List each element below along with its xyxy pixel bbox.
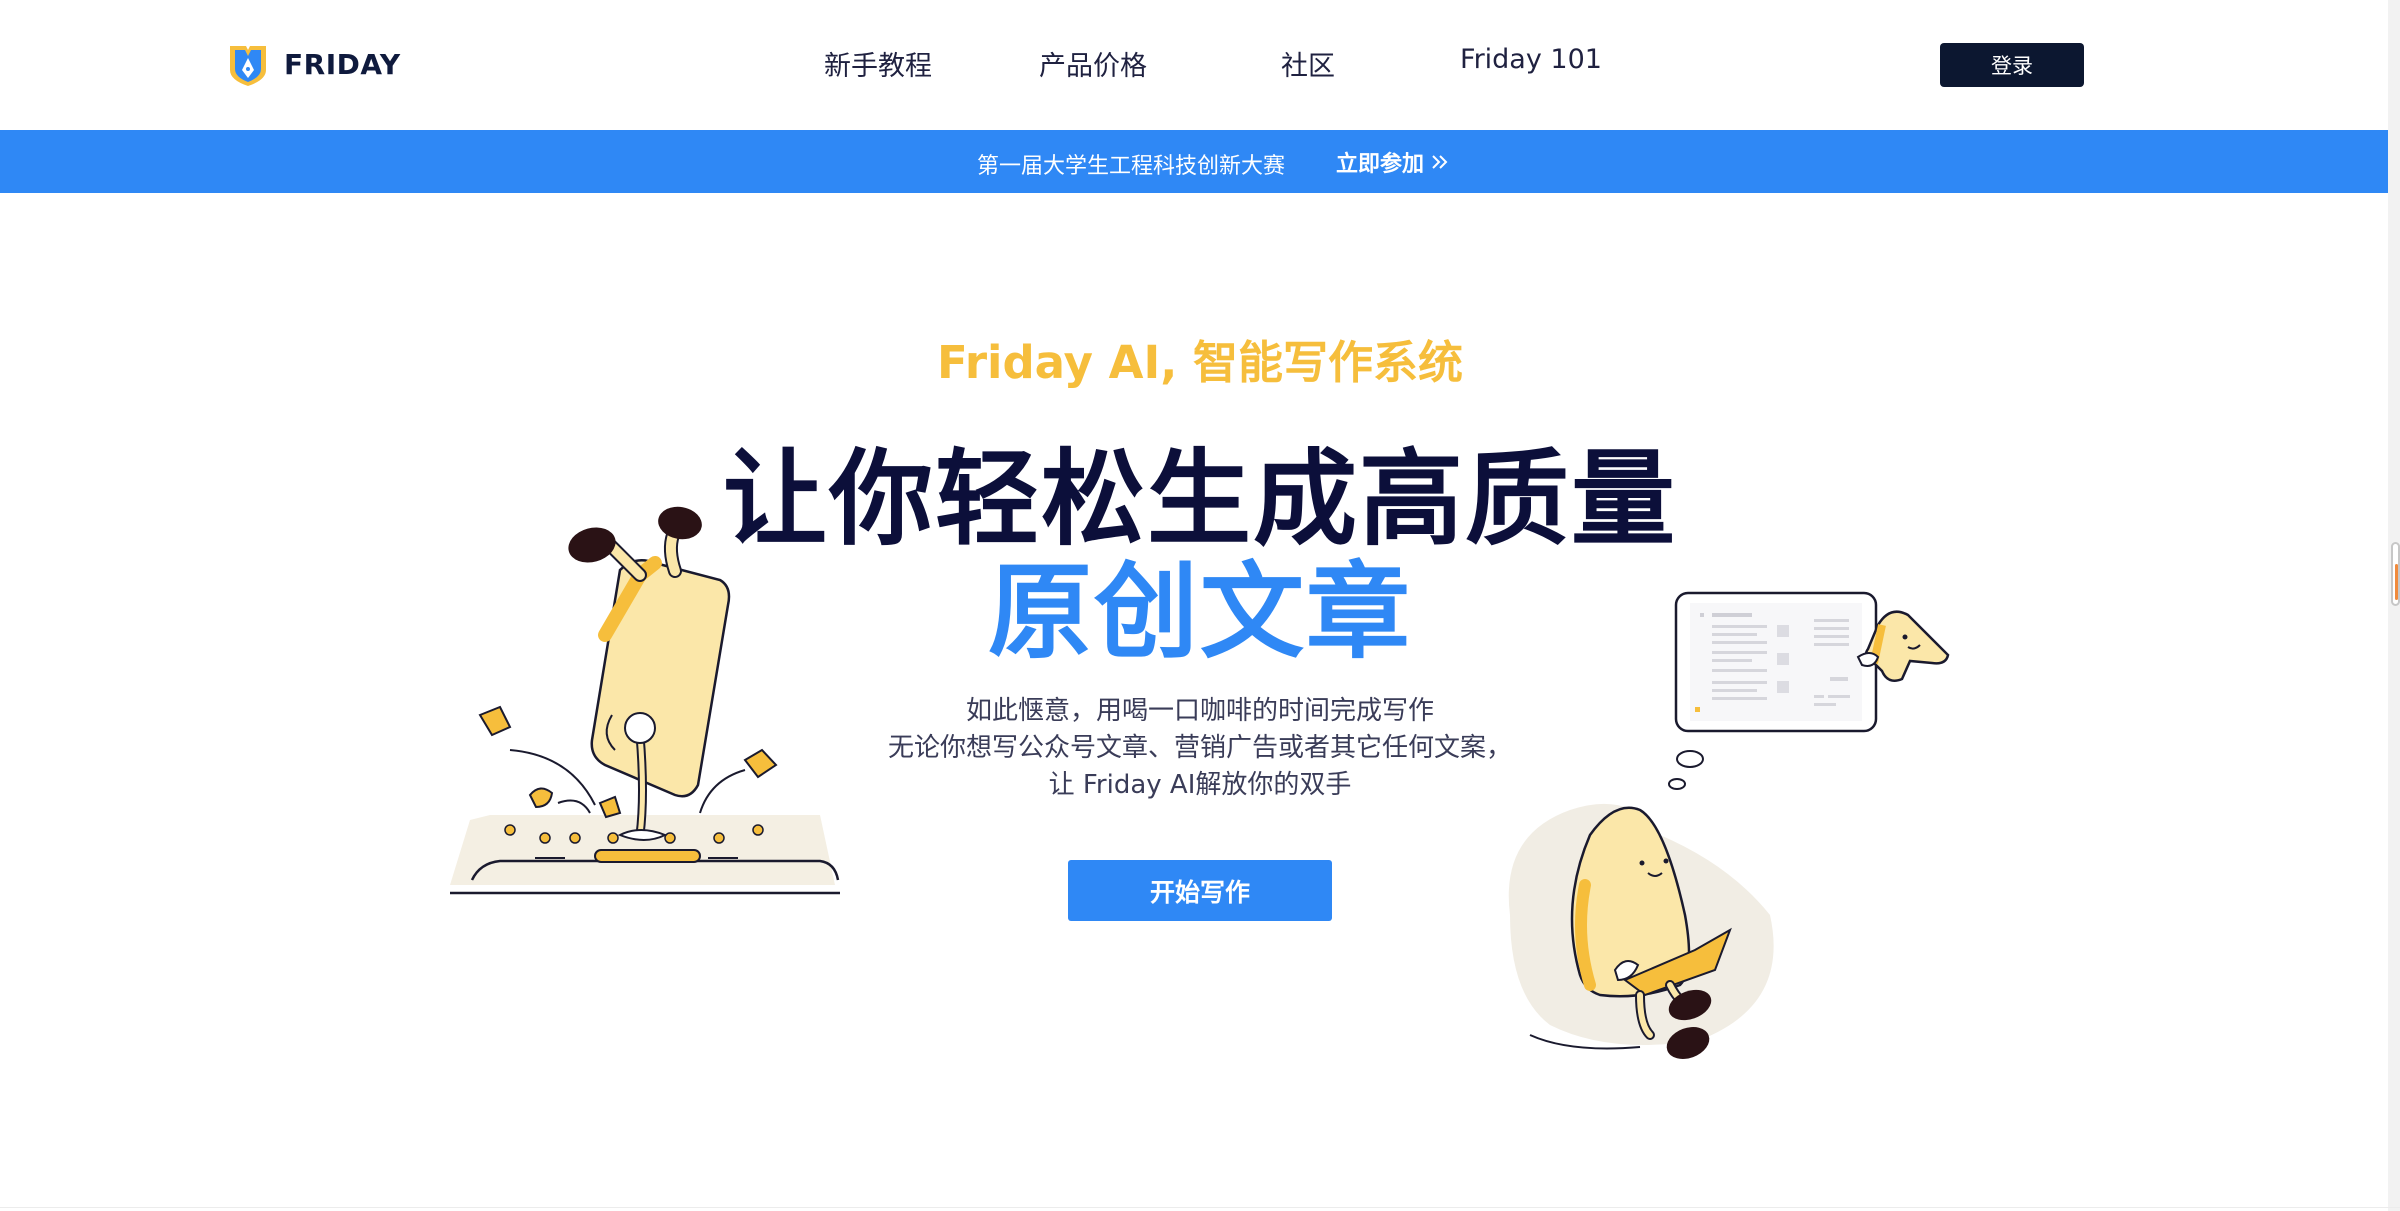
nav-item-pricing[interactable]: 产品价格 — [1039, 44, 1147, 83]
hero-description-line2: 无论你想写公众号文章、营销广告或者其它任何文案， — [887, 733, 1512, 763]
banner-text: 第一届大学生工程科技创新大赛 — [977, 154, 1286, 179]
start-writing-button[interactable]: 开始写作 — [1068, 860, 1332, 921]
logo-text: FRIDAY — [284, 47, 401, 81]
banner-cta-label: 立即参加 — [1336, 152, 1425, 177]
banner-join-link[interactable]: 立即参加 — [1336, 146, 1450, 178]
handstand-character-illustration — [450, 506, 840, 895]
nav-item-tutorial[interactable]: 新手教程 — [824, 44, 932, 83]
nav-item-friday-101[interactable]: Friday 101 — [1460, 44, 1602, 75]
double-chevron-right-icon — [1432, 155, 1448, 169]
hero-subtitle: Friday AI, 智能写作系统 — [936, 336, 1463, 389]
hero-description-line1: 如此惬意，用喝一口咖啡的时间完成写作 — [965, 696, 1434, 726]
scrollbar-thumb[interactable] — [2391, 542, 2400, 606]
thinking-character-illustration — [1508, 591, 1950, 1059]
divider — [0, 1207, 2400, 1208]
friday-logo-icon — [230, 46, 266, 86]
nav-item-community[interactable]: 社区 — [1281, 44, 1335, 83]
logo[interactable]: FRIDAY — [224, 40, 401, 88]
announcement-banner: 第一届大学生工程科技创新大赛 立即参加 — [0, 130, 2400, 193]
hero-headline-line2: 原创文章 — [987, 551, 1412, 673]
hero-description-line3: 让 Friday AI解放你的双手 — [1048, 770, 1352, 800]
site-header: FRIDAY 新手教程 产品价格 社区 Friday 101 登录 — [0, 0, 2400, 130]
login-button[interactable]: 登录 — [1940, 43, 2084, 87]
